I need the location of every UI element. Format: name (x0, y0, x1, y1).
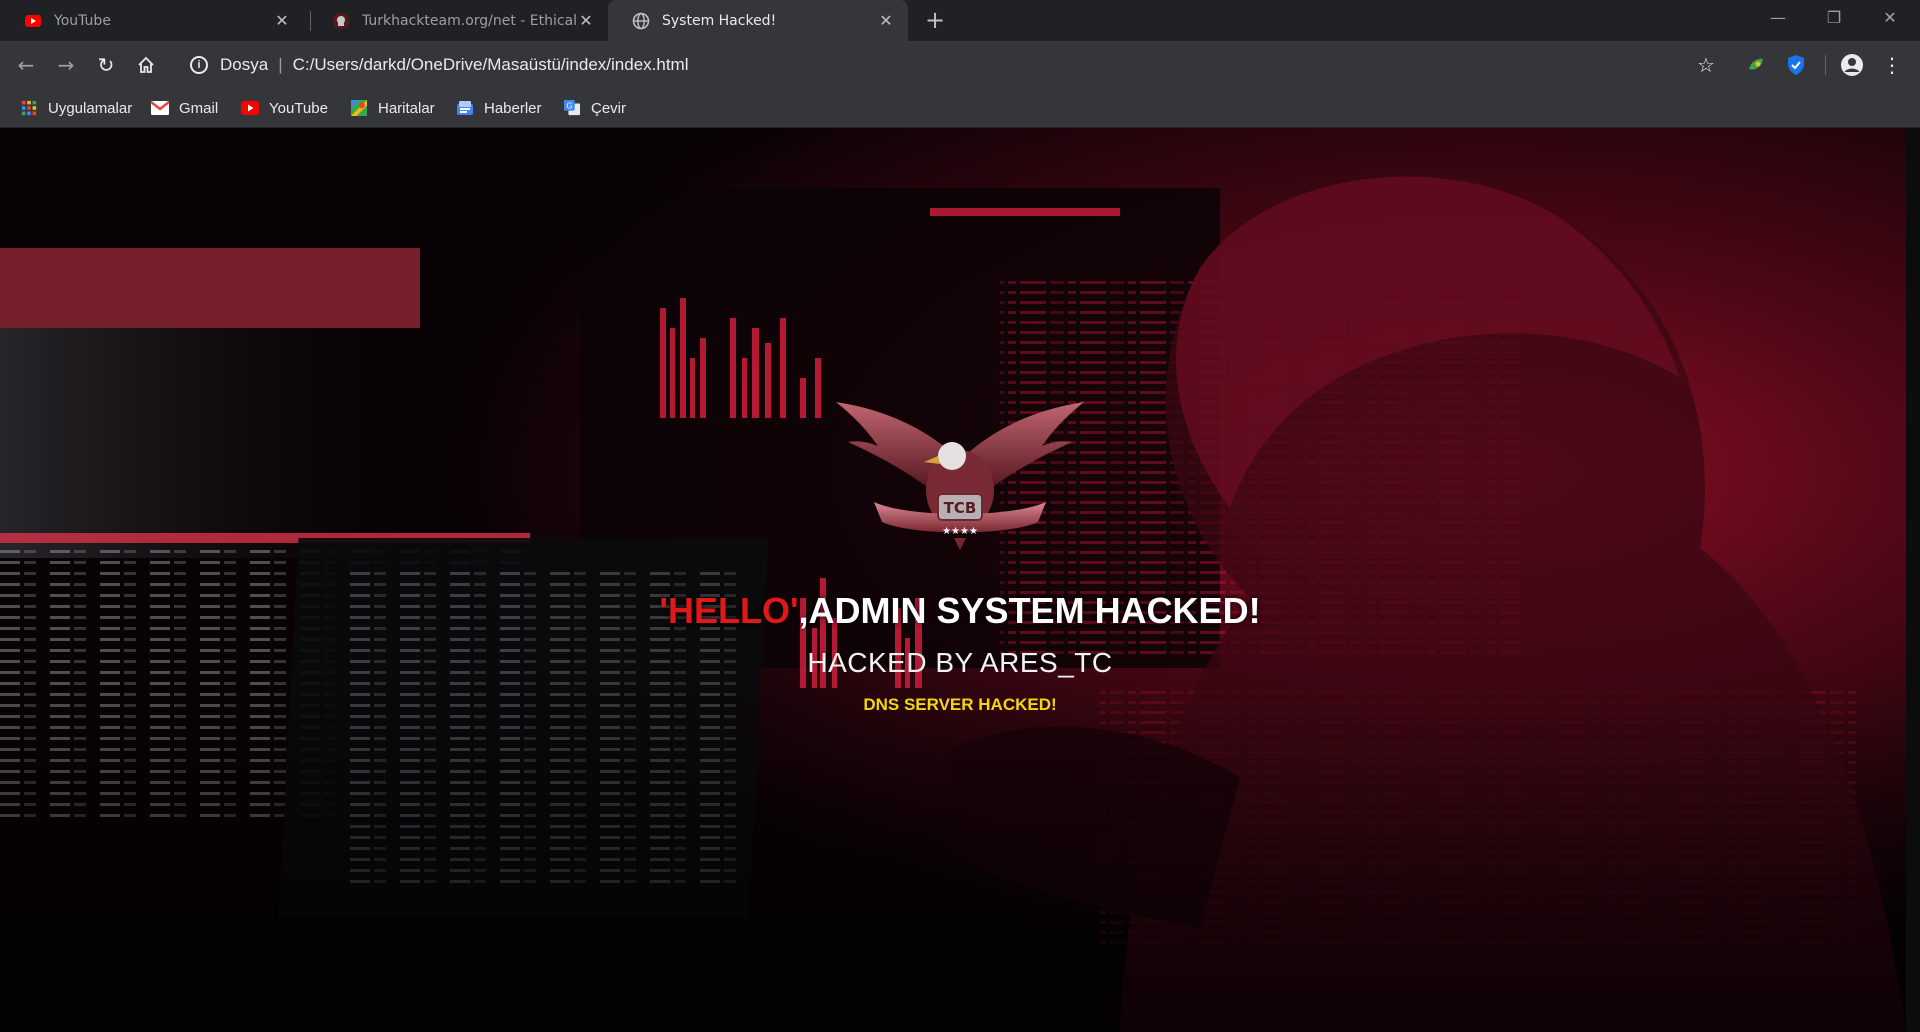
menu-kebab-icon[interactable]: ⋮ (1876, 49, 1908, 81)
emblem-text: TCB (944, 499, 977, 517)
bookmark-news[interactable]: Haberler (456, 97, 542, 119)
back-arrow-icon[interactable]: ← (10, 49, 42, 81)
bookmark-label: Çevir (591, 99, 627, 117)
apps-grid-icon (21, 100, 37, 116)
bookmarks-bar: Uygulamalar Gmail YouTube Haritalar Habe… (0, 88, 1920, 128)
toolbar-separator (1825, 55, 1826, 75)
new-tab-plus-icon[interactable]: + (922, 8, 948, 34)
address-bar[interactable]: i Dosya | C:/Users/darkd/OneDrive/Masaüs… (176, 46, 1706, 84)
info-icon[interactable]: i (190, 56, 208, 74)
dns-hacked-subtitle: DNS SERVER HACKED! (863, 695, 1057, 714)
tab-title: Turkhackteam.org/net - Ethical H (362, 12, 576, 29)
reload-icon[interactable]: ↻ (90, 49, 122, 81)
window-close-icon[interactable]: ✕ (1862, 0, 1918, 36)
tab-title: System Hacked! (662, 12, 777, 29)
page-scrollbar[interactable] (1906, 128, 1920, 1032)
home-icon[interactable] (130, 49, 162, 81)
svg-text:★★★★: ★★★★ (942, 526, 978, 537)
restore-icon[interactable]: ❐ (1806, 0, 1862, 36)
tab-close-icon[interactable]: ✕ (876, 11, 896, 31)
translate-icon: G (564, 100, 580, 116)
hacked-page: TCB ★★★★ 'HELLO',ADMIN SYSTEM HACKED! HA… (0, 128, 1920, 1032)
turkhackteam-icon (333, 12, 349, 29)
gmail-icon (151, 101, 169, 115)
url-separator: | (278, 55, 283, 74)
tab-close-icon[interactable]: ✕ (272, 11, 292, 31)
bookmark-label: Haritalar (378, 99, 435, 117)
scheme-label: Dosya (220, 55, 269, 74)
bookmark-star-icon[interactable]: ☆ (1690, 49, 1722, 81)
headline-rest: ,ADMIN SYSTEM HACKED! (798, 590, 1261, 631)
bookmark-youtube[interactable]: YouTube (241, 97, 328, 119)
bookmark-label: Gmail (179, 99, 219, 117)
tab-system-hacked[interactable]: System Hacked! ✕ (608, 0, 908, 41)
profile-avatar-icon[interactable] (1836, 49, 1868, 81)
tab-title: YouTube (54, 12, 111, 29)
bookmark-label: YouTube (269, 99, 328, 117)
bookmark-gmail[interactable]: Gmail (151, 97, 218, 119)
tab-close-icon[interactable]: ✕ (576, 11, 596, 31)
tab-turkhackteam[interactable]: Turkhackteam.org/net - Ethical H ✕ (308, 0, 608, 41)
extension-leaf-icon[interactable] (1740, 49, 1772, 81)
forward-arrow-icon[interactable]: → (50, 49, 82, 81)
browser-toolbar: ← → ↻ i Dosya | C:/Users/darkd/OneDrive/… (0, 41, 1920, 88)
hacked-headline: 'HELLO',ADMIN SYSTEM HACKED! (0, 590, 1920, 632)
url-text: C:/Users/darkd/OneDrive/Masaüstü/index/i… (292, 55, 689, 74)
news-icon (457, 101, 473, 115)
bookmark-maps[interactable]: Haritalar (350, 97, 435, 119)
shield-icon[interactable] (1780, 49, 1812, 81)
hacked-by-subtitle: HACKED BY ARES_TC (807, 647, 1113, 678)
youtube-icon (25, 14, 41, 27)
youtube-icon (241, 101, 259, 115)
bookmark-apps[interactable]: Uygulamalar (20, 97, 132, 119)
eagle-emblem-logo: TCB ★★★★ (836, 402, 1084, 550)
tab-strip: YouTube ✕ Turkhackteam.org/net - Ethical… (0, 0, 1920, 41)
hacker-background-image (0, 128, 1920, 1032)
bookmark-label: Uygulamalar (48, 99, 133, 117)
bookmark-translate[interactable]: G Çevir (563, 97, 626, 119)
minimize-icon[interactable]: — (1750, 0, 1806, 36)
maps-icon (351, 100, 367, 116)
bookmark-label: Haberler (484, 99, 542, 117)
svg-text:G: G (566, 101, 572, 110)
tab-youtube[interactable]: YouTube ✕ (0, 0, 304, 41)
globe-icon (632, 12, 650, 29)
headline-hello: 'HELLO' (659, 590, 799, 631)
